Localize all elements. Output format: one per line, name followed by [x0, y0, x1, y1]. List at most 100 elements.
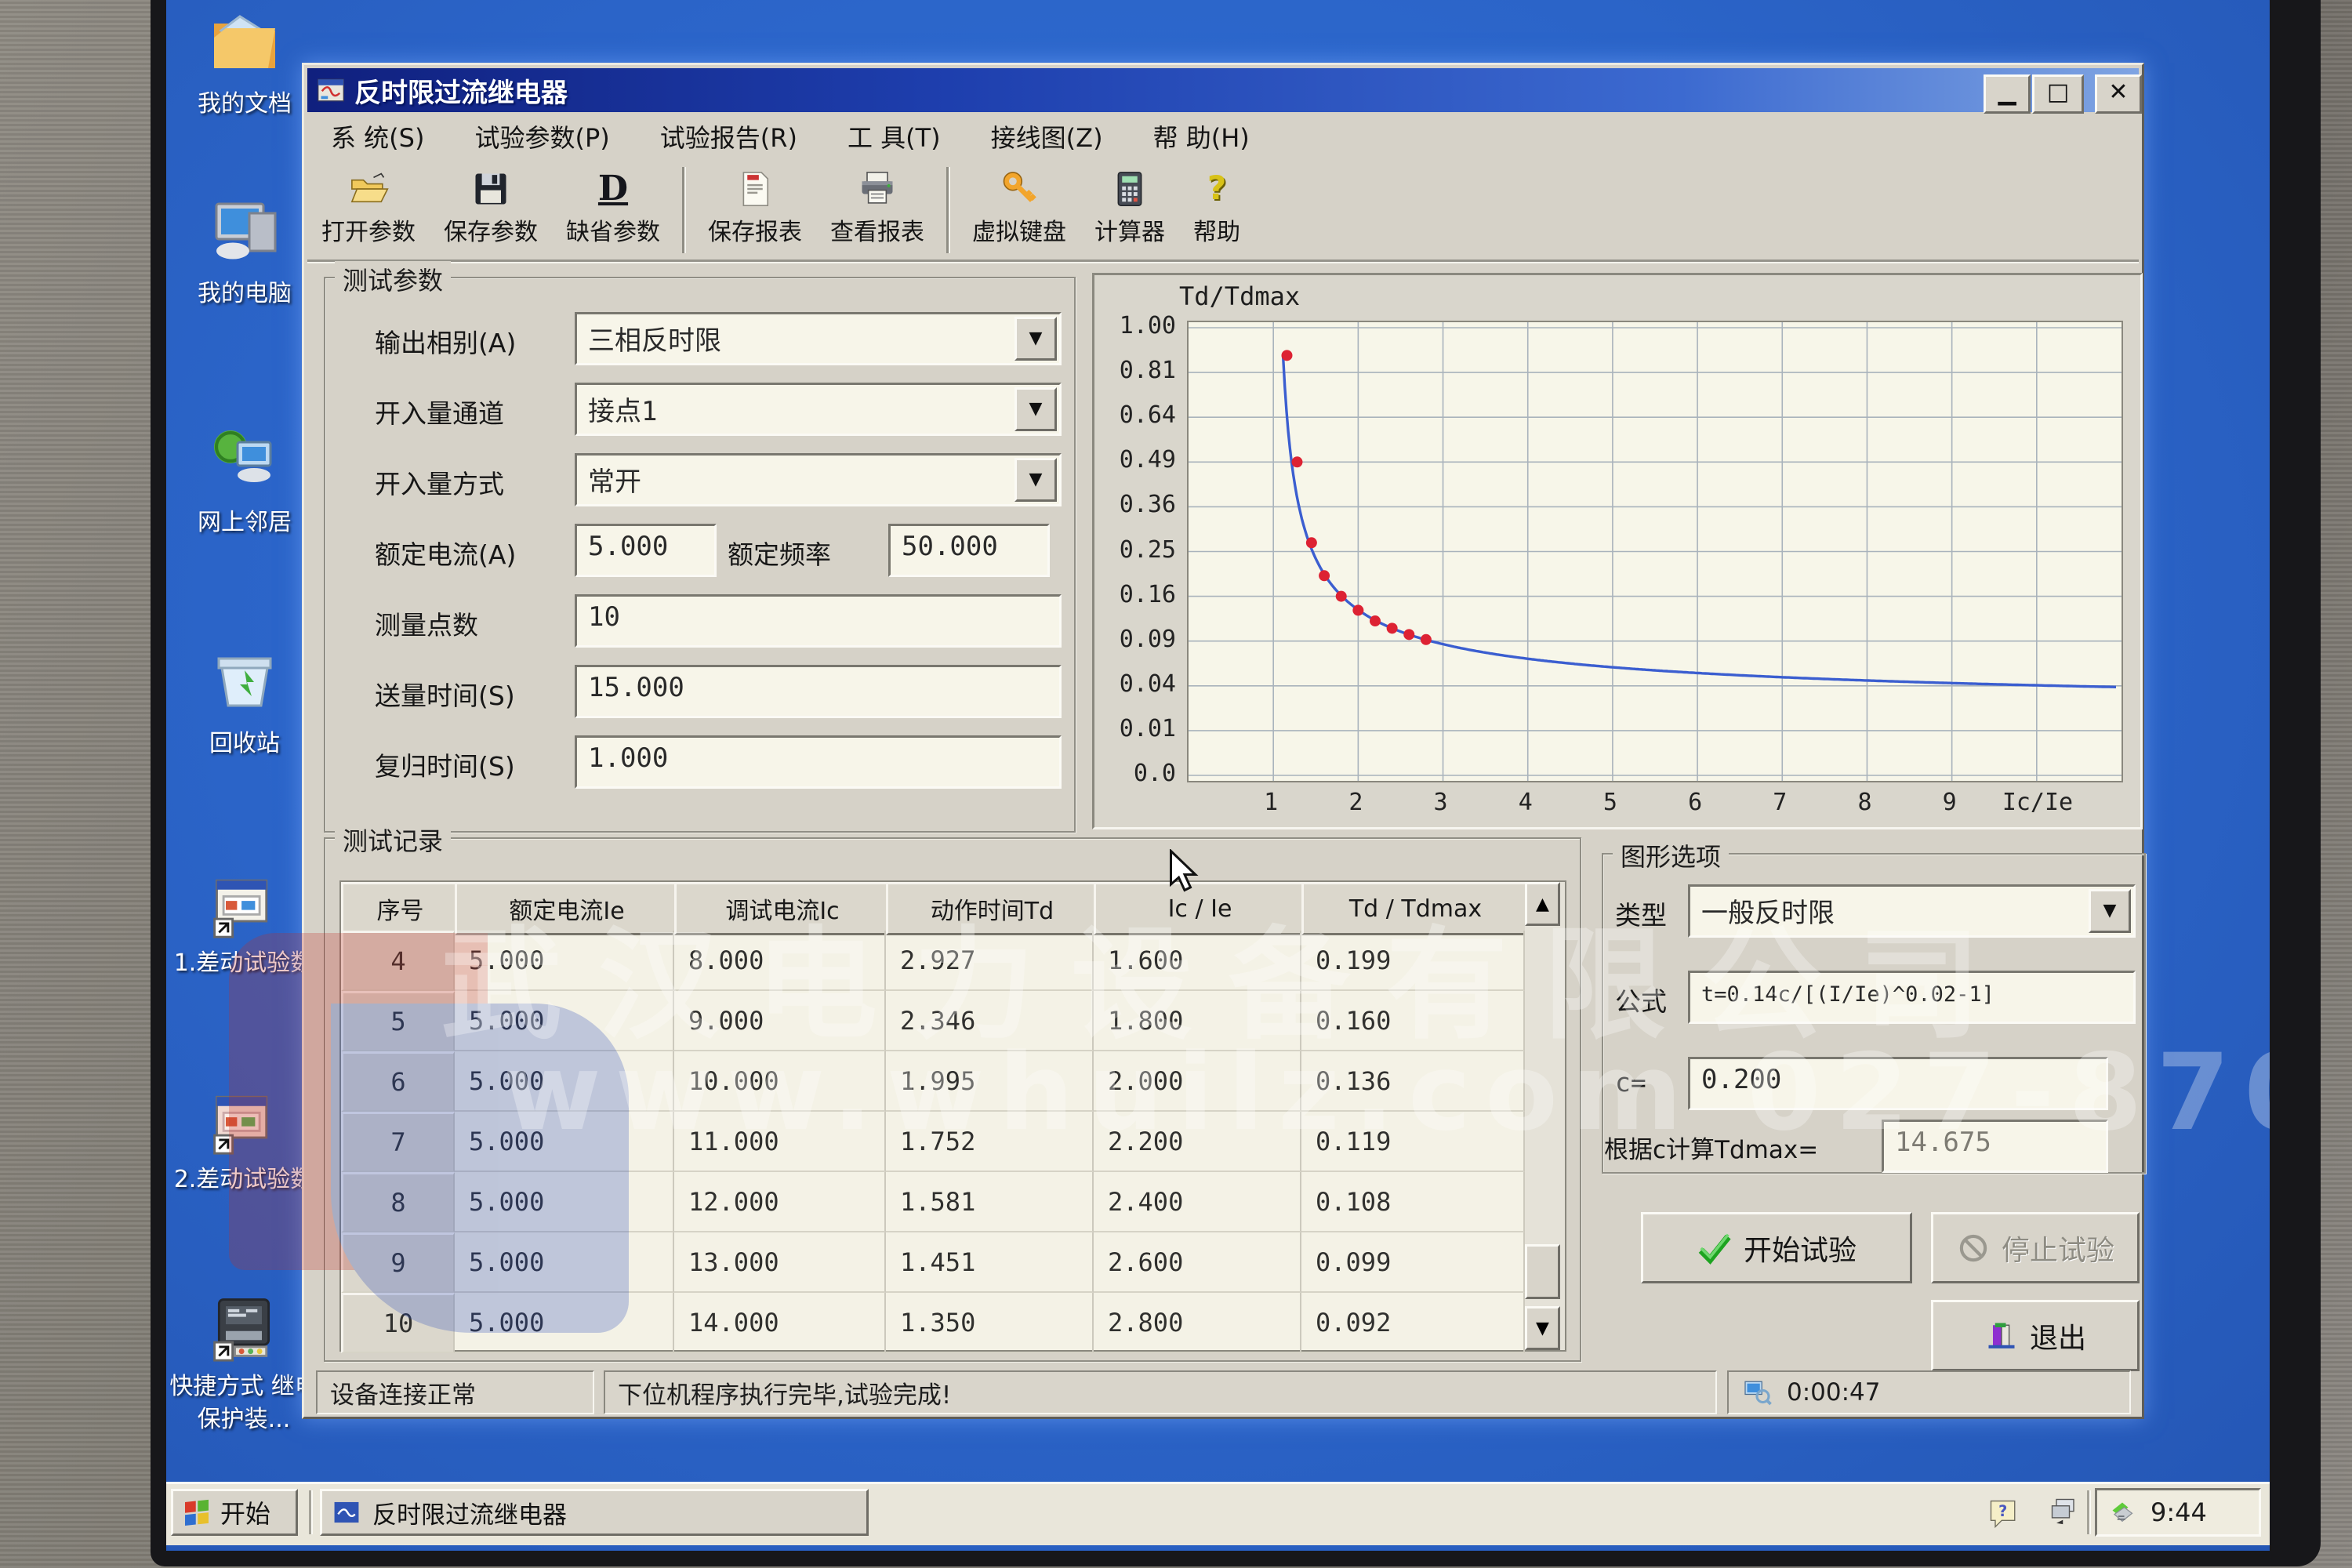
- channel-select[interactable]: 接点1 ▼: [575, 383, 1062, 436]
- phase-select[interactable]: 三相反时限 ▼: [575, 312, 1062, 365]
- table-cell: 5.000: [455, 991, 674, 1051]
- recycle-bin-icon: [207, 644, 282, 720]
- close-button[interactable]: ✕: [2095, 74, 2142, 114]
- row-number-cell[interactable]: 7: [341, 1112, 455, 1172]
- tray-display-icon[interactable]: [2048, 1495, 2082, 1530]
- title-bar[interactable]: 反时限过流继电器 ▁ □ ✕: [307, 68, 2139, 112]
- scroll-up-button[interactable]: ▲: [1525, 882, 1560, 926]
- points-label: 测量点数: [375, 604, 478, 642]
- chart-y-tick: 0.64: [1098, 401, 1176, 429]
- chevron-down-icon[interactable]: ▼: [1014, 387, 1057, 431]
- chart-y-tick: 0.81: [1098, 357, 1176, 384]
- default-params-button[interactable]: D 缺省参数: [554, 162, 673, 258]
- mode-select[interactable]: 常开 ▼: [575, 453, 1062, 506]
- scroll-thumb[interactable]: [1525, 1244, 1560, 1299]
- row-number-cell[interactable]: 9: [341, 1232, 455, 1293]
- rated-freq-label: 额定频率: [728, 534, 831, 572]
- toolbar: 打开参数 保存参数 D 缺省参数 保存报表 查看报表 虚拟键盘: [307, 161, 2139, 262]
- virtual-keyboard-button[interactable]: 虚拟键盘: [960, 162, 1079, 258]
- chart-y-tick: 1.00: [1098, 312, 1176, 339]
- col-header-index[interactable]: 序号: [341, 882, 459, 935]
- open-folder-icon: [348, 169, 389, 209]
- maximize-button[interactable]: □: [2032, 74, 2084, 114]
- status-device: 设备连接正常: [316, 1370, 594, 1414]
- calculator-button[interactable]: 计算器: [1082, 162, 1178, 258]
- stop-test-button[interactable]: 停止试验: [1931, 1212, 2140, 1283]
- col-header-ic[interactable]: 调试电流Ic: [674, 882, 891, 935]
- rated-freq-input[interactable]: 50.000: [888, 524, 1050, 577]
- app-window: 反时限过流继电器 ▁ □ ✕ 系 统(S) 试验参数(P) 试验报告(R) 工 …: [302, 63, 2144, 1419]
- points-input[interactable]: 10: [575, 594, 1062, 648]
- c-input[interactable]: 0.200: [1688, 1057, 2108, 1110]
- chevron-down-icon[interactable]: ▼: [2089, 889, 2131, 933]
- row-number-cell[interactable]: 5: [341, 991, 455, 1051]
- help-button[interactable]: ? 帮助: [1181, 162, 1253, 258]
- chevron-down-icon[interactable]: ▼: [1014, 317, 1057, 361]
- toolbar-label: 保存参数: [444, 212, 538, 247]
- row-number-cell[interactable]: 4: [341, 931, 455, 991]
- table-cell: 0.119: [1301, 1112, 1525, 1172]
- desktop-icon-network-places[interactable]: 网上邻居: [166, 423, 323, 539]
- tray-device-icon[interactable]: [2107, 1497, 2138, 1528]
- toolbar-separator: [946, 167, 950, 253]
- reset-time-input[interactable]: 1.000: [575, 735, 1062, 789]
- view-report-button[interactable]: 查看报表: [818, 162, 937, 258]
- col-header-td[interactable]: 动作时间Td: [886, 882, 1098, 935]
- system-tray: 9:44: [2095, 1488, 2261, 1537]
- save-params-button[interactable]: 保存参数: [431, 162, 550, 258]
- open-params-button[interactable]: 打开参数: [309, 162, 428, 258]
- save-report-button[interactable]: 保存报表: [695, 162, 815, 258]
- menu-wiring-diagram[interactable]: 接线图(Z): [991, 118, 1103, 154]
- row-number-cell[interactable]: 8: [341, 1172, 455, 1232]
- chevron-down-icon[interactable]: ▼: [1014, 458, 1057, 502]
- table-cell: 1.800: [1094, 991, 1301, 1051]
- menu-tools[interactable]: 工 具(T): [848, 118, 941, 154]
- curve-type-select[interactable]: 一般反时限 ▼: [1688, 884, 2136, 938]
- start-label: 开始: [220, 1494, 270, 1530]
- tdmax-value: 14.675: [1884, 1122, 2106, 1158]
- desktop-icon-label: 1.差动试验数: [169, 947, 318, 980]
- desktop-icon-my-documents[interactable]: 我的文档: [166, 5, 323, 121]
- toolbar-label: 计算器: [1094, 212, 1165, 247]
- taskbar-item-relay-app[interactable]: 反时限过流继电器: [320, 1489, 869, 1536]
- plot-area: [1187, 321, 2123, 782]
- desktop-icon-shortcut-relay[interactable]: 快捷方式 继电保护装...: [169, 1290, 318, 1436]
- desktop-icon-my-computer[interactable]: 我的电脑: [166, 194, 323, 310]
- help-question-icon: ?: [1207, 169, 1226, 209]
- menu-help[interactable]: 帮 助(H): [1153, 118, 1250, 154]
- report-document-icon: [735, 169, 775, 209]
- menu-test-report[interactable]: 试验报告(R): [660, 118, 797, 154]
- send-time-value: 15.000: [577, 667, 1059, 703]
- tray-clock[interactable]: 9:44: [2151, 1497, 2207, 1527]
- tray-help-icon[interactable]: ?: [1987, 1497, 2021, 1531]
- minimize-button[interactable]: ▁: [1984, 74, 2031, 114]
- row-number-cell[interactable]: 10: [341, 1293, 455, 1353]
- menu-test-params[interactable]: 试验参数(P): [474, 118, 609, 154]
- desktop-icon-shortcut-2[interactable]: 2.差动试验数: [169, 1083, 318, 1196]
- calculator-icon: [1109, 169, 1150, 209]
- col-header-ie[interactable]: 额定电流Ie: [455, 882, 679, 935]
- desktop-icon-label: 2.差动试验数: [169, 1163, 318, 1196]
- desktop-icon-shortcut-1[interactable]: 1.差动试验数: [169, 867, 318, 980]
- desktop-icon-recycle-bin[interactable]: 回收站: [166, 644, 323, 760]
- rated-current-input[interactable]: 5.000: [575, 524, 717, 577]
- scroll-down-button[interactable]: ▼: [1525, 1306, 1560, 1350]
- test-params-legend: 测试参数: [335, 261, 451, 297]
- start-test-button[interactable]: 开始试验: [1641, 1212, 1912, 1283]
- start-button[interactable]: 开始: [171, 1489, 298, 1536]
- exit-button[interactable]: 退出: [1931, 1300, 2140, 1371]
- measured-point: [1403, 629, 1414, 640]
- row-number-cell[interactable]: 6: [341, 1051, 455, 1112]
- my-documents-icon: [207, 5, 282, 80]
- desktop-icon-label: 我的电脑: [166, 278, 323, 310]
- tray-divider: [2087, 1490, 2091, 1534]
- measured-point: [1319, 570, 1330, 581]
- curve-type-label: 类型: [1615, 895, 1667, 932]
- col-header-td-tdmax[interactable]: Td / Tdmax: [1301, 882, 1530, 935]
- menu-system[interactable]: 系 统(S): [331, 118, 424, 154]
- table-scrollbar[interactable]: ▲ ▼: [1525, 882, 1565, 1350]
- channel-value: 接点1: [577, 385, 1059, 428]
- formula-input[interactable]: t=0.14c/[(I/Ie)^0.02-1]: [1688, 971, 2136, 1024]
- curve-svg: [1189, 322, 2122, 781]
- send-time-input[interactable]: 15.000: [575, 665, 1062, 718]
